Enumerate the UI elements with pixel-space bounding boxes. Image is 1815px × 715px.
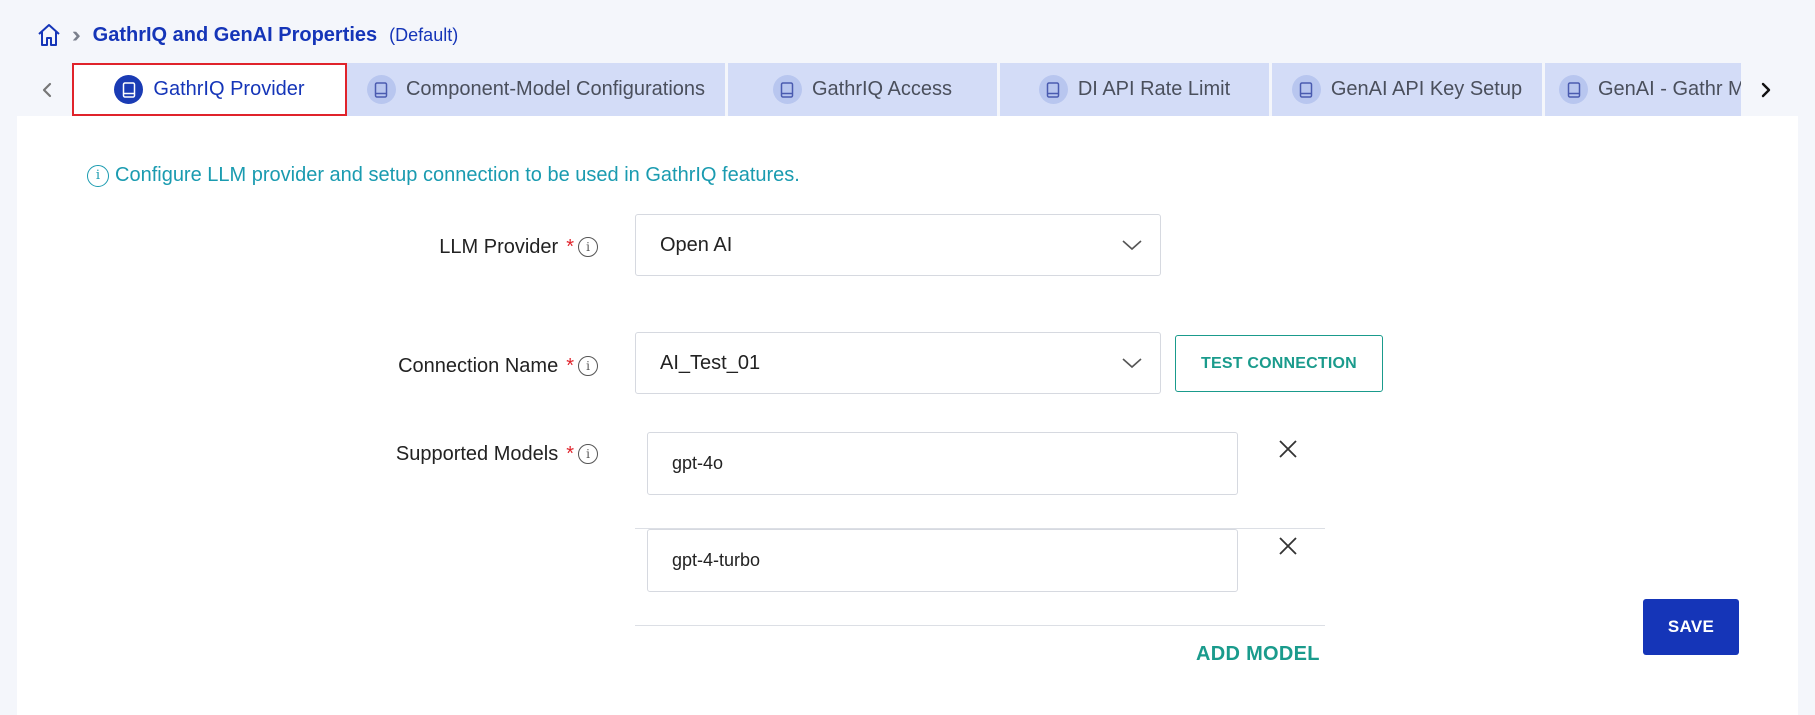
- scope-badge: (Default): [389, 24, 459, 45]
- required-mark: *: [566, 235, 574, 258]
- info-icon: i: [87, 164, 109, 187]
- llm-provider-label: LLM Provider * i: [439, 232, 598, 262]
- connection-name-select[interactable]: AI_Test_01: [635, 332, 1161, 394]
- provider-panel: i Configure LLM provider and setup conne…: [17, 116, 1798, 715]
- tab-scroll-right-button[interactable]: [1745, 63, 1785, 116]
- breadcrumb: ›› GathrIQ and GenAI Properties (Default…: [36, 18, 458, 52]
- close-icon: [1279, 440, 1297, 458]
- llm-provider-value: Open AI: [660, 233, 733, 256]
- double-chevron-right-icon: ››: [72, 22, 80, 47]
- tab-label: GathrIQ Access: [811, 78, 953, 100]
- model-row: gpt-4o: [635, 432, 1325, 529]
- remove-model-button[interactable]: [1275, 436, 1301, 462]
- connection-name-label-text: Connection Name: [398, 354, 559, 377]
- info-message: i Configure LLM provider and setup conne…: [87, 164, 800, 187]
- page-title[interactable]: GathrIQ and GenAI Properties: [93, 24, 378, 47]
- tab-label: GenAI - Gathr Models: [1598, 78, 1741, 100]
- tab-bar: GathrIQ Provider Component-Model Configu…: [28, 63, 1784, 116]
- tab-di-api-rate-limit[interactable]: DI API Rate Limit: [1000, 63, 1272, 116]
- supported-models-label: Supported Models * i: [396, 439, 598, 469]
- tab-label: GathrIQ Provider: [153, 78, 305, 100]
- info-icon[interactable]: i: [578, 356, 598, 376]
- info-icon[interactable]: i: [578, 444, 598, 464]
- required-mark: *: [566, 354, 574, 377]
- chevron-down-icon: [1120, 237, 1144, 253]
- tab-genai-api-key-setup[interactable]: GenAI API Key Setup: [1272, 63, 1545, 116]
- tab-label: DI API Rate Limit: [1077, 78, 1231, 100]
- model-input[interactable]: gpt-4o: [647, 432, 1238, 495]
- document-icon: [1559, 75, 1588, 104]
- chevron-right-icon: [1761, 82, 1771, 97]
- tab-label: Component-Model Configurations: [405, 78, 706, 100]
- tab-label: GenAI API Key Setup: [1330, 78, 1523, 100]
- tab-gathriq-provider[interactable]: GathrIQ Provider: [72, 63, 347, 116]
- model-row: gpt-4-turbo: [635, 529, 1325, 626]
- document-icon: [1038, 75, 1068, 104]
- connection-name-label: Connection Name * i: [398, 351, 598, 381]
- test-connection-button[interactable]: TEST CONNECTION: [1175, 335, 1383, 392]
- chevron-down-icon: [1120, 355, 1144, 371]
- llm-provider-label-text: LLM Provider: [439, 235, 559, 258]
- document-icon: [366, 75, 396, 104]
- add-model-button[interactable]: ADD MODEL: [1196, 643, 1320, 666]
- model-value: gpt-4o: [672, 453, 724, 473]
- document-icon: [1291, 75, 1321, 104]
- llm-provider-select[interactable]: Open AI: [635, 214, 1161, 276]
- info-text: Configure LLM provider and setup connect…: [115, 164, 800, 186]
- save-button[interactable]: SAVE: [1643, 599, 1739, 655]
- info-icon[interactable]: i: [578, 237, 598, 257]
- connection-name-value: AI_Test_01: [660, 351, 761, 374]
- required-mark: *: [566, 442, 574, 465]
- tabs-window: GathrIQ Provider Component-Model Configu…: [72, 63, 1741, 116]
- home-icon[interactable]: [36, 22, 62, 48]
- close-icon: [1279, 537, 1297, 555]
- chevron-left-icon: [42, 82, 52, 97]
- tab-genai-gathr-models[interactable]: GenAI - Gathr Models: [1545, 63, 1741, 116]
- document-icon: [772, 75, 802, 104]
- model-input[interactable]: gpt-4-turbo: [647, 529, 1238, 592]
- model-value: gpt-4-turbo: [672, 550, 761, 570]
- tab-scroll-left-button[interactable]: [28, 63, 68, 116]
- remove-model-button[interactable]: [1275, 533, 1301, 559]
- tab-component-model-configurations[interactable]: Component-Model Configurations: [347, 63, 728, 116]
- supported-models-label-text: Supported Models: [395, 442, 559, 465]
- tab-gathriq-access[interactable]: GathrIQ Access: [728, 63, 1000, 116]
- document-icon: [114, 75, 144, 104]
